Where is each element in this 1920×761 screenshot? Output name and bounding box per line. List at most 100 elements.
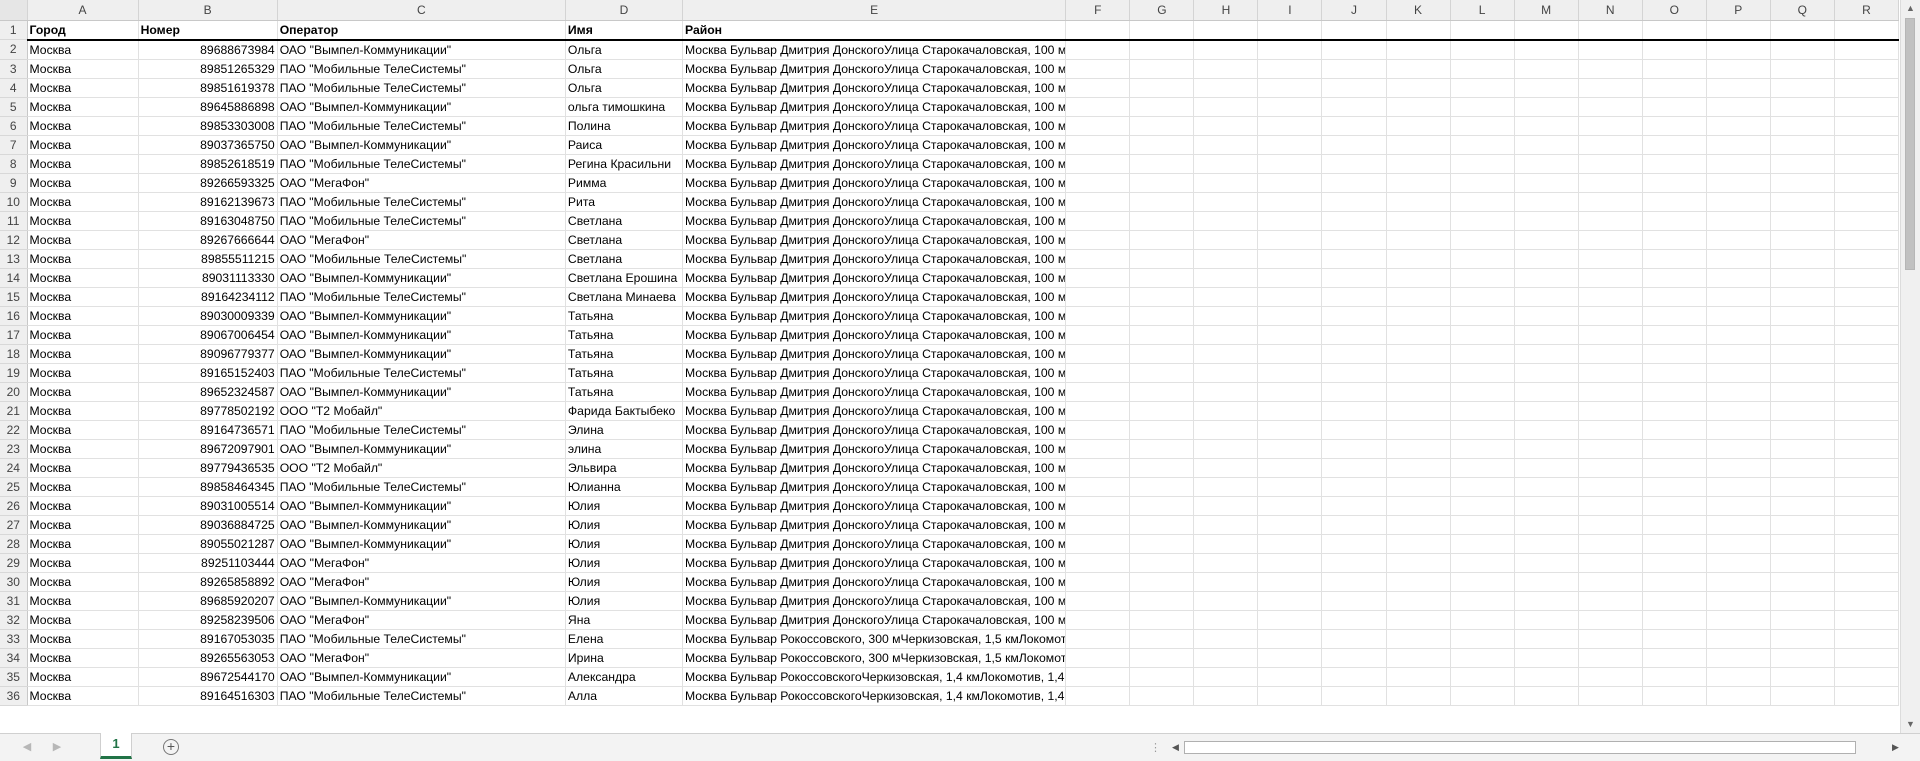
empty-cell[interactable] [1642,439,1707,459]
empty-cell[interactable] [1514,268,1579,288]
empty-cell[interactable] [1129,135,1195,155]
cell-city[interactable]: Москва [27,97,139,117]
empty-cell[interactable] [1578,477,1643,497]
cell-operator[interactable]: ОАО "Вымпел-Коммуникации" [277,325,566,345]
empty-cell[interactable] [1770,192,1835,212]
cell-name[interactable]: Татьяна [565,382,684,402]
empty-cell[interactable] [1386,135,1451,155]
empty-cell[interactable] [1514,553,1579,573]
row-header[interactable]: 36 [0,686,28,706]
empty-cell[interactable] [1834,192,1900,212]
empty-cell[interactable] [1450,591,1515,611]
empty-cell[interactable] [1770,20,1835,41]
cell-operator[interactable]: ПАО "Мобильные ТелеСистемы" [277,629,566,649]
empty-cell[interactable] [1578,344,1643,364]
empty-cell[interactable] [1706,496,1771,516]
empty-cell[interactable] [1770,268,1835,288]
empty-cell[interactable] [1834,116,1900,136]
column-header-b[interactable]: B [138,0,278,21]
empty-cell[interactable] [1642,591,1707,611]
cell-name[interactable]: Светлана [565,249,684,269]
empty-cell[interactable] [1642,534,1707,554]
empty-cell[interactable] [1450,154,1515,174]
empty-cell[interactable] [1770,135,1835,155]
cell-operator[interactable]: ОАО "МегаФон" [277,230,566,250]
empty-cell[interactable] [1770,439,1835,459]
cell-phone[interactable]: 89251103444 [138,553,278,573]
cell-district[interactable]: Москва Бульвар Дмитрия ДонскогоУлица Ста… [682,173,1067,193]
cell-name[interactable]: Ольга [565,39,684,60]
cell-name[interactable]: Яна [565,610,684,630]
cell-name[interactable]: Юлия [565,496,684,516]
empty-cell[interactable] [1834,20,1900,41]
empty-cell[interactable] [1450,439,1515,459]
cell-operator[interactable]: ОАО "Вымпел-Коммуникации" [277,344,566,364]
empty-cell[interactable] [1065,39,1131,60]
cell-city[interactable]: Москва [27,515,139,535]
empty-cell[interactable] [1450,344,1515,364]
empty-cell[interactable] [1578,306,1643,326]
empty-cell[interactable] [1193,211,1259,231]
empty-cell[interactable] [1065,458,1131,478]
empty-cell[interactable] [1065,78,1131,98]
empty-cell[interactable] [1450,382,1515,402]
empty-cell[interactable] [1321,97,1387,117]
empty-cell[interactable] [1129,686,1195,706]
empty-cell[interactable] [1386,648,1451,668]
row-header[interactable]: 6 [0,116,28,136]
empty-cell[interactable] [1450,534,1515,554]
empty-cell[interactable] [1193,287,1259,307]
cell-name[interactable]: Татьяна [565,325,684,345]
empty-cell[interactable] [1450,306,1515,326]
empty-cell[interactable] [1770,667,1835,687]
header-cell-operator[interactable]: Оператор [277,20,566,41]
empty-cell[interactable] [1834,78,1900,98]
empty-cell[interactable] [1642,686,1707,706]
empty-cell[interactable] [1257,154,1323,174]
row-header[interactable]: 28 [0,534,28,554]
empty-cell[interactable] [1834,173,1900,193]
empty-cell[interactable] [1834,515,1900,535]
cell-name[interactable]: Татьяна [565,363,684,383]
empty-cell[interactable] [1321,458,1387,478]
cell-city[interactable]: Москва [27,382,139,402]
empty-cell[interactable] [1065,154,1131,174]
empty-cell[interactable] [1321,420,1387,440]
empty-cell[interactable] [1450,363,1515,383]
empty-cell[interactable] [1321,344,1387,364]
empty-cell[interactable] [1706,344,1771,364]
empty-cell[interactable] [1193,572,1259,592]
empty-cell[interactable] [1257,306,1323,326]
empty-cell[interactable] [1257,173,1323,193]
empty-cell[interactable] [1129,477,1195,497]
empty-cell[interactable] [1257,572,1323,592]
column-header-a[interactable]: A [27,0,139,21]
empty-cell[interactable] [1386,686,1451,706]
cell-phone[interactable]: 89853303008 [138,116,278,136]
empty-cell[interactable] [1193,344,1259,364]
empty-cell[interactable] [1321,667,1387,687]
empty-cell[interactable] [1129,610,1195,630]
empty-cell[interactable] [1321,230,1387,250]
cell-name[interactable]: Юлия [565,572,684,592]
cell-city[interactable]: Москва [27,268,139,288]
cell-phone[interactable]: 89031113330 [138,268,278,288]
empty-cell[interactable] [1450,648,1515,668]
empty-cell[interactable] [1321,591,1387,611]
empty-cell[interactable] [1578,287,1643,307]
empty-cell[interactable] [1321,439,1387,459]
empty-cell[interactable] [1642,629,1707,649]
row-header[interactable]: 26 [0,496,28,516]
cell-district[interactable]: Москва Бульвар Дмитрия ДонскогоУлица Ста… [682,59,1067,79]
cell-name[interactable]: элина [565,439,684,459]
empty-cell[interactable] [1257,344,1323,364]
empty-cell[interactable] [1642,249,1707,269]
cell-operator[interactable]: ПАО "Мобильные ТелеСистемы" [277,59,566,79]
empty-cell[interactable] [1514,477,1579,497]
empty-cell[interactable] [1578,534,1643,554]
cell-phone[interactable]: 89688673984 [138,39,278,60]
empty-cell[interactable] [1257,39,1323,60]
empty-cell[interactable] [1770,401,1835,421]
cell-district[interactable]: Москва Бульвар Дмитрия ДонскогоУлица Ста… [682,230,1067,250]
empty-cell[interactable] [1706,515,1771,535]
